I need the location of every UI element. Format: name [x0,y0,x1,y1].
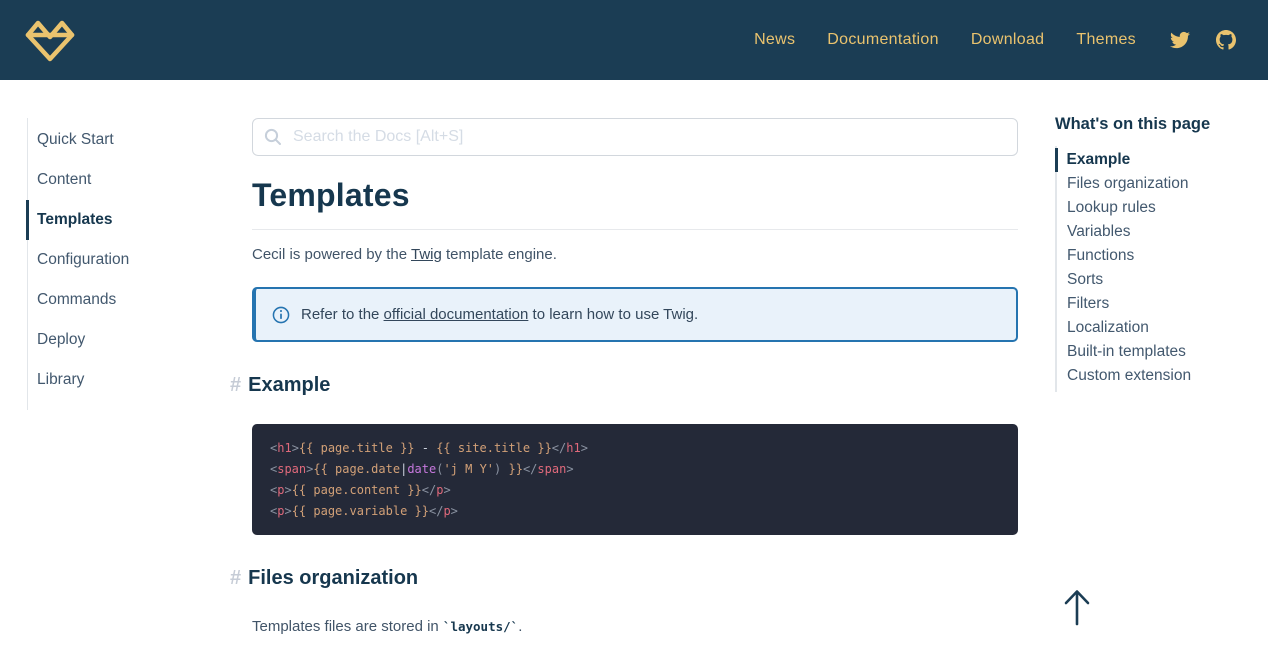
section-heading-files-organization: #Files organization [252,567,1018,590]
info-icon [272,306,290,324]
note-text-pre: Refer to the [301,306,384,323]
cecil-logo-icon[interactable] [24,17,76,65]
docs-sidebar: Quick Start Content Templates Configurat… [27,118,252,635]
note-text: Refer to the official documentation to l… [301,306,698,323]
sidebar-item-deploy[interactable]: Deploy [28,320,252,360]
navbar-links: News Documentation Download Themes [754,30,1244,50]
toc-item-filters[interactable]: Filters [1057,292,1268,316]
sidebar-item-templates[interactable]: Templates [26,200,252,240]
note-text-post: to learn how to use Twig. [528,306,698,323]
code-line: <p>{{ page.content }}</p> [270,480,1000,501]
sidebar-item-quick-start[interactable]: Quick Start [28,120,252,160]
search-icon [264,128,282,146]
code-line: <span>{{ page.date|date('j M Y') }}</spa… [270,459,1000,480]
intro-paragraph: Cecil is powered by the Twig template en… [252,246,1018,263]
files-paragraph: Templates files are stored in `layouts/`… [252,618,1018,635]
twig-link[interactable]: Twig [411,246,442,263]
toc-heading: What's on this page [1055,115,1268,134]
code-line: <h1>{{ page.title }} - {{ site.title }}<… [270,438,1000,459]
sidebar-item-library[interactable]: Library [28,360,252,400]
toc-item-custom-extension[interactable]: Custom extension [1057,364,1268,388]
sidebar-item-content[interactable]: Content [28,160,252,200]
twitter-icon[interactable] [1170,30,1190,50]
toc-item-localization[interactable]: Localization [1057,316,1268,340]
nav-link-themes[interactable]: Themes [1076,31,1136,49]
intro-text: Cecil is powered by the [252,246,411,263]
sidebar-item-configuration[interactable]: Configuration [28,240,252,280]
nav-link-download[interactable]: Download [971,31,1045,49]
search-box [252,118,1018,156]
nav-link-documentation[interactable]: Documentation [827,31,939,49]
intro-text-end: template engine. [442,246,557,263]
section-title-text: Example [248,374,330,396]
files-text-pre: Templates files are stored in [252,618,443,635]
back-to-top-button[interactable] [1060,586,1094,628]
page-toc: What's on this page Example Files organi… [1055,118,1268,635]
info-note: Refer to the official documentation to l… [252,287,1018,342]
toc-item-variables[interactable]: Variables [1057,220,1268,244]
github-icon[interactable] [1216,30,1236,50]
section-heading-example: #Example [252,374,1018,397]
toc-item-sorts[interactable]: Sorts [1057,268,1268,292]
section-title-text: Files organization [248,567,418,589]
anchor-hash-icon[interactable]: # [230,567,241,589]
files-text-post: . [518,618,522,635]
toc-item-lookup-rules[interactable]: Lookup rules [1057,196,1268,220]
inline-code-layouts: `layouts/` [443,619,518,634]
nav-link-news[interactable]: News [754,31,795,49]
search-input[interactable] [252,118,1018,156]
navbar-social-icons [1170,30,1244,50]
official-documentation-link[interactable]: official documentation [384,306,529,323]
main-content: Templates Cecil is powered by the Twig t… [252,118,1018,635]
top-navbar: News Documentation Download Themes [0,0,1268,80]
title-divider [252,229,1018,230]
sidebar-item-commands[interactable]: Commands [28,280,252,320]
toc-item-example[interactable]: Example [1055,148,1268,172]
toc-item-functions[interactable]: Functions [1057,244,1268,268]
toc-item-built-in-templates[interactable]: Built-in templates [1057,340,1268,364]
anchor-hash-icon[interactable]: # [230,374,241,396]
code-line: <p>{{ page.variable }}</p> [270,501,1000,522]
toc-item-files-organization[interactable]: Files organization [1057,172,1268,196]
code-block: <h1>{{ page.title }} - {{ site.title }}<… [252,424,1018,535]
page-title: Templates [252,177,1018,214]
